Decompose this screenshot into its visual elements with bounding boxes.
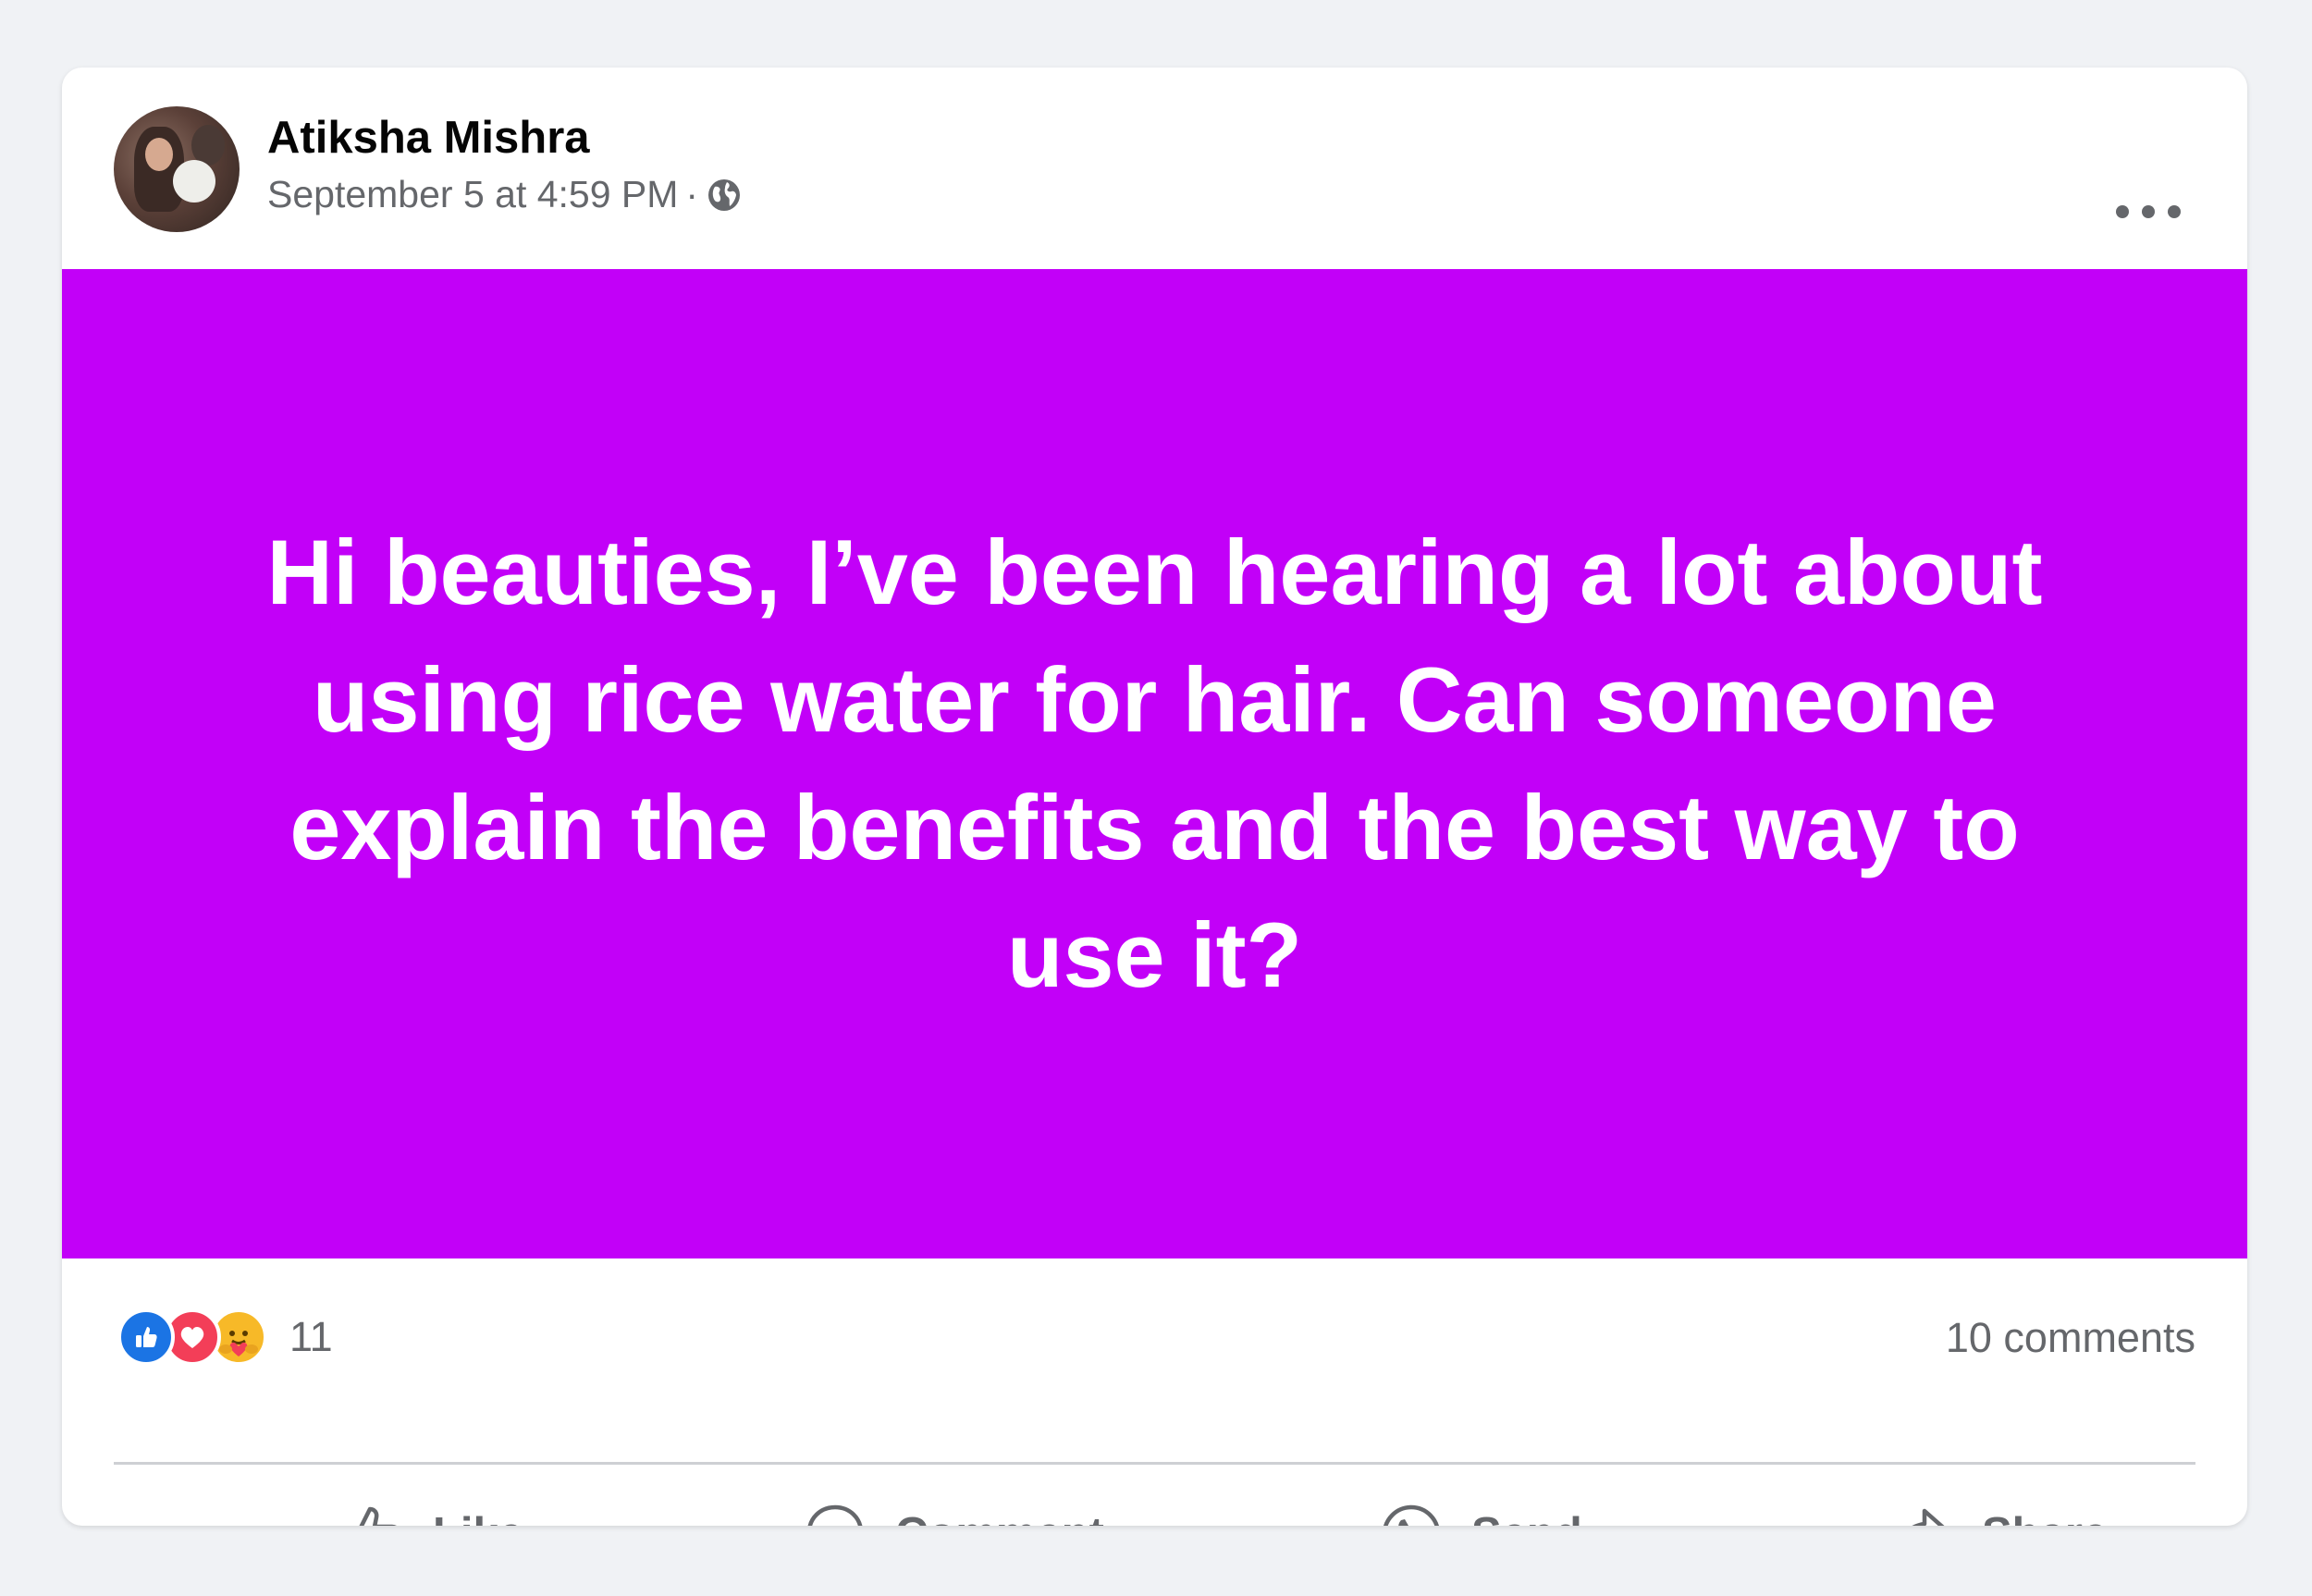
- thumbs-up-icon: [359, 1506, 397, 1526]
- more-options-icon[interactable]: [2116, 193, 2181, 230]
- engagement-bar: 11 10 comments: [62, 1258, 2247, 1465]
- comment-button[interactable]: Comment: [803, 1492, 1104, 1526]
- author-name-link[interactable]: Atiksha Mishra: [267, 112, 590, 164]
- author-avatar[interactable]: [114, 106, 240, 232]
- post-header: Atiksha Mishra September 5 at 4:59 PM ·: [62, 68, 2247, 269]
- globe-icon[interactable]: [706, 177, 743, 214]
- avatar-white-cat: [173, 160, 215, 203]
- avatar-person-face: [145, 138, 173, 171]
- action-bar: Like Comment Send Share: [114, 1465, 2195, 1526]
- send-label: Send: [1471, 1508, 1582, 1526]
- menu-dot: [2116, 205, 2129, 218]
- post-card: Atiksha Mishra September 5 at 4:59 PM · …: [62, 68, 2247, 1526]
- like-button[interactable]: Like: [340, 1492, 523, 1526]
- post-text: Hi beauties, I’ve been hearing a lot abo…: [266, 521, 2043, 1006]
- meta-separator: ·: [685, 173, 699, 215]
- like-reaction-icon: [117, 1308, 175, 1366]
- reaction-count: 11: [289, 1313, 333, 1360]
- share-arrow-icon: [1912, 1508, 1945, 1526]
- comment-label: Comment: [895, 1508, 1104, 1526]
- share-label: Share: [1982, 1508, 2108, 1526]
- post-meta: September 5 at 4:59 PM ·: [267, 173, 743, 216]
- post-timestamp[interactable]: September 5 at 4:59 PM: [267, 173, 678, 216]
- like-label: Like: [433, 1508, 523, 1526]
- send-button[interactable]: Send: [1379, 1492, 1582, 1526]
- reactions-summary[interactable]: 11: [117, 1308, 333, 1366]
- comment-bubble-icon: [807, 1504, 863, 1526]
- menu-dot: [2142, 205, 2155, 218]
- post-text-background: Hi beauties, I’ve been hearing a lot abo…: [62, 269, 2247, 1258]
- comments-count-link[interactable]: 10 comments: [1946, 1314, 2195, 1362]
- share-button[interactable]: Share: [1889, 1492, 2108, 1526]
- whatsapp-icon: [1384, 1504, 1439, 1526]
- menu-dot: [2168, 205, 2181, 218]
